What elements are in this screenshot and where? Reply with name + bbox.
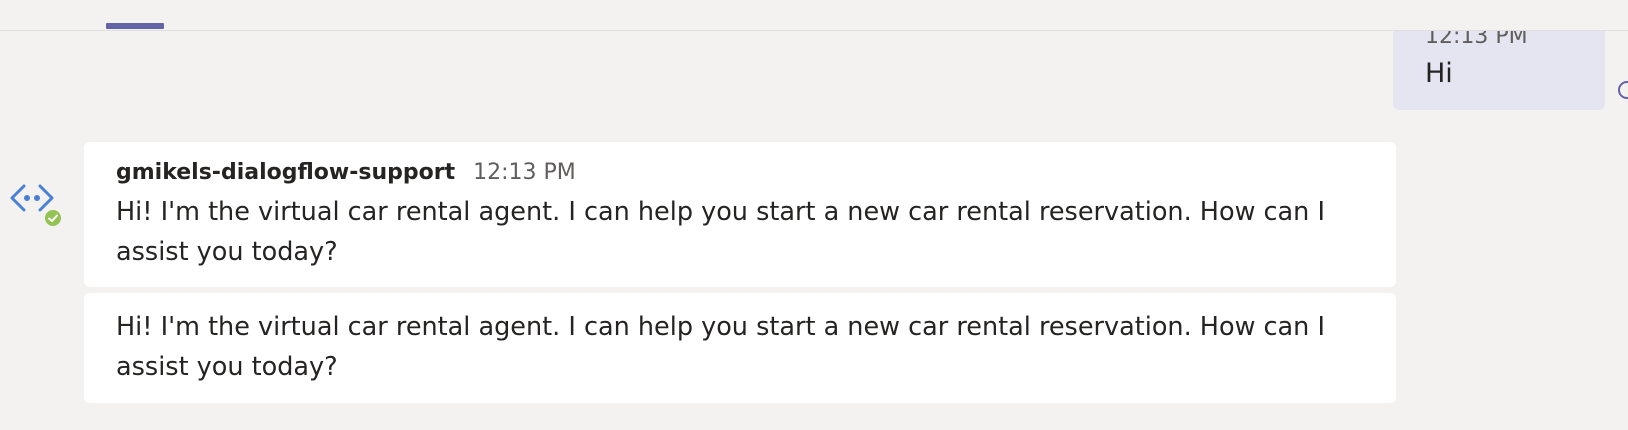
bot-message-card[interactable]: gmikels-dialogflow-support 12:13 PM Hi! I… bbox=[84, 142, 1396, 287]
active-tab-indicator bbox=[106, 23, 164, 29]
presence-available-icon bbox=[43, 208, 63, 228]
bot-message-card[interactable]: Hi! I'm the virtual car rental agent. I … bbox=[84, 293, 1396, 403]
message-time: 12:13 PM bbox=[473, 160, 576, 185]
self-message-text: Hi bbox=[1425, 58, 1453, 89]
sender-name[interactable]: gmikels-dialogflow-support bbox=[116, 160, 455, 185]
message-text: Hi! I'm the virtual car rental agent. I … bbox=[116, 197, 1325, 267]
message-text: Hi! I'm the virtual car rental agent. I … bbox=[116, 312, 1325, 382]
read-receipt-icon bbox=[1618, 81, 1628, 99]
message-header: gmikels-dialogflow-support 12:13 PM bbox=[116, 160, 576, 185]
chat-header-bar bbox=[0, 0, 1628, 31]
